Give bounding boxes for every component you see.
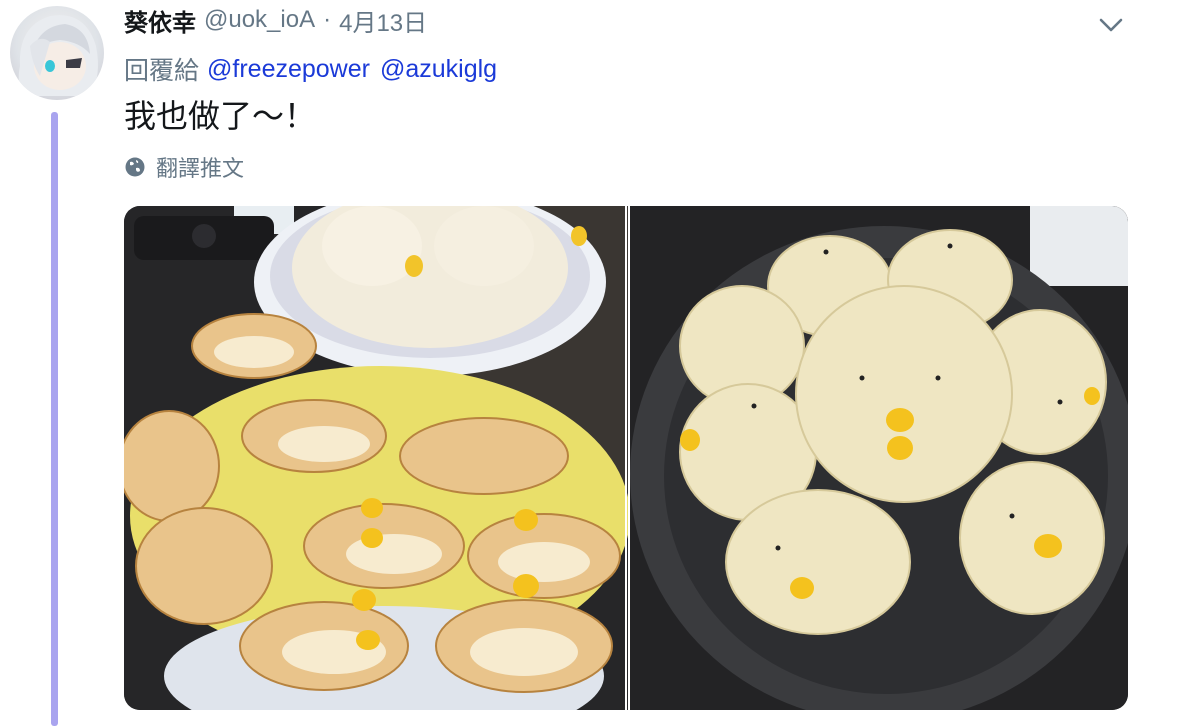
avatar[interactable] [10, 6, 104, 100]
replying-label: 回覆給 [124, 57, 200, 85]
translate-label: 翻譯推文 [156, 156, 245, 181]
translate-tweet-button[interactable]: 翻譯推文 [124, 152, 244, 182]
mention-link[interactable]: @azukiglg [380, 55, 497, 84]
bread-rolls-image [124, 206, 628, 710]
replying-to: 回覆給 @freezepower @azukiglg [124, 52, 507, 86]
rice-cooker-bread-image [630, 206, 1128, 710]
tweet-header: 葵依幸 @uok_ioA · 4月13日 [124, 3, 427, 38]
tweet-date[interactable]: 4月13日 [339, 3, 427, 38]
tweet-text: 我也做了～！ [124, 98, 317, 134]
chevron-down-icon [1099, 18, 1123, 32]
avatar-image [18, 15, 99, 96]
separator-dot: · [323, 6, 332, 33]
globe-icon [125, 157, 145, 177]
photo-rice-cooker-bread[interactable] [630, 206, 1128, 710]
thread-line [51, 112, 58, 726]
media-grid [124, 206, 1128, 710]
tweet-menu-button[interactable] [1096, 12, 1126, 38]
mention-link[interactable]: @freezepower [207, 55, 370, 84]
photo-bread-rolls[interactable] [124, 206, 628, 710]
author-name[interactable]: 葵依幸 [124, 3, 196, 38]
author-handle[interactable]: @uok_ioA [204, 6, 315, 34]
